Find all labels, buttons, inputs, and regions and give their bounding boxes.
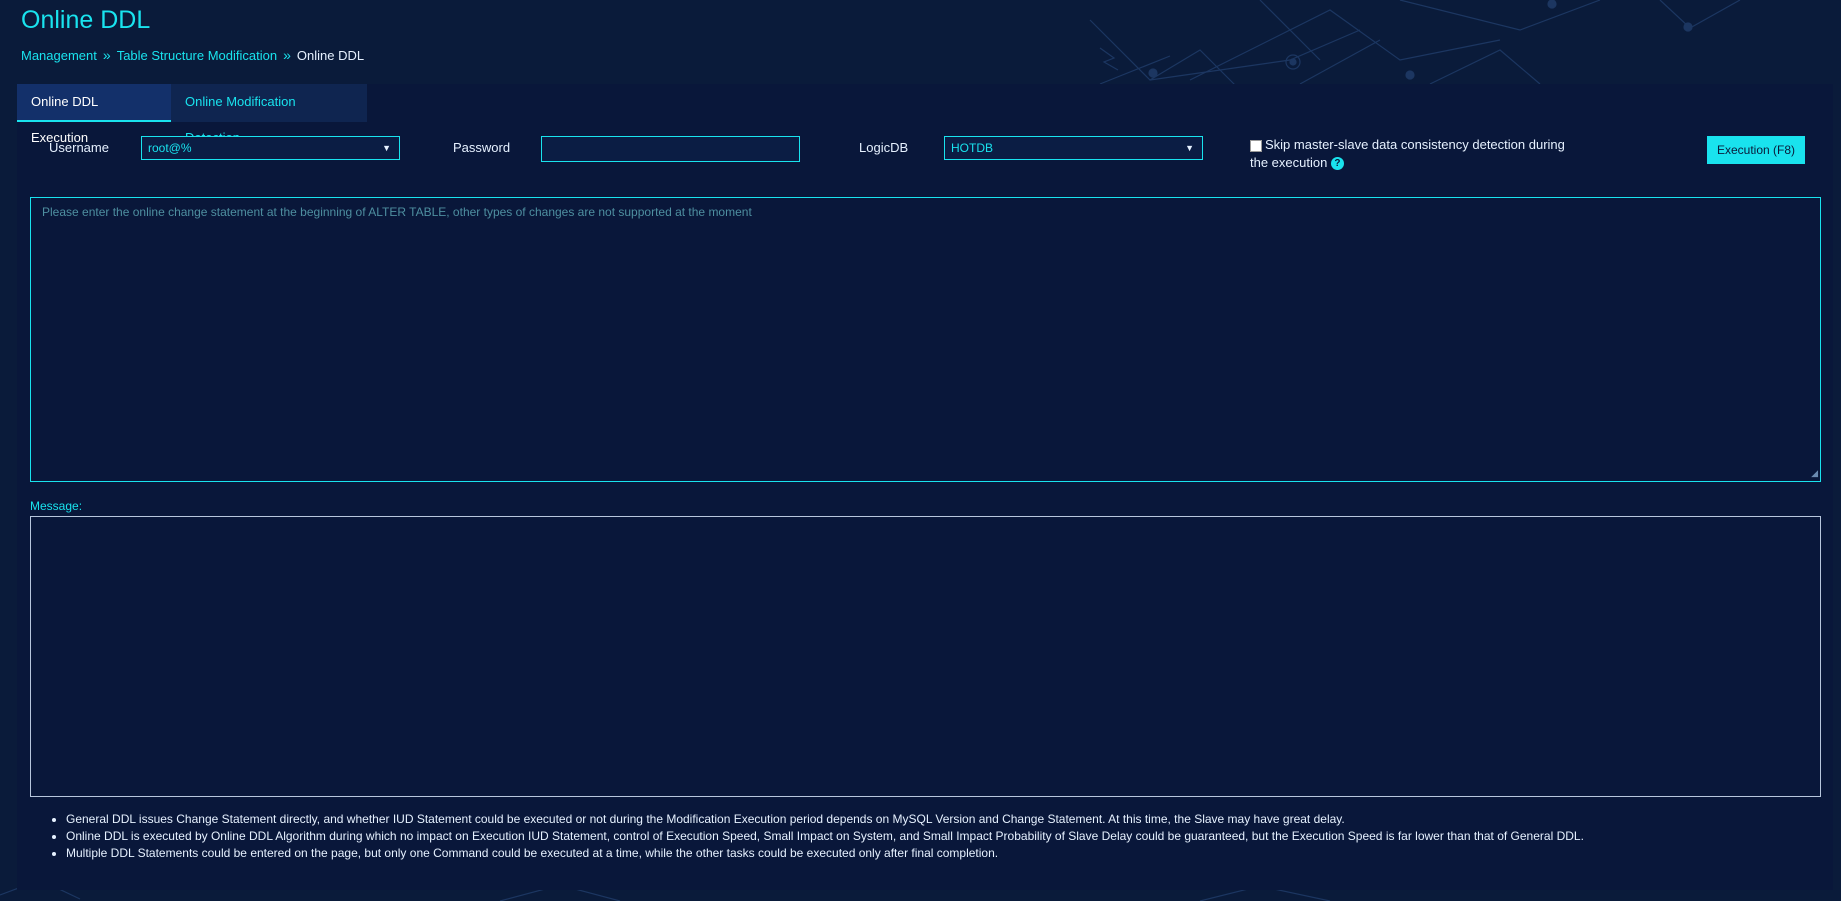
double-chevron-right-icon: » (283, 47, 291, 63)
message-output (30, 516, 1821, 797)
caret-down-icon: ▼ (382, 143, 391, 153)
breadcrumb-management[interactable]: Management (21, 48, 97, 63)
password-label: Password (453, 140, 511, 155)
skip-check-label: Skip master-slave data consistency detec… (1250, 137, 1565, 170)
note-item: Online DDL is executed by Online DDL Alg… (66, 828, 1841, 845)
breadcrumb-table-structure-modification[interactable]: Table Structure Modification (117, 48, 277, 63)
message-label: Message: (30, 499, 83, 513)
logicdb-label: LogicDB (859, 140, 909, 155)
tab-online-modification-detection[interactable]: Online Modification Detection (171, 84, 367, 145)
username-label: Username (49, 140, 109, 155)
ddl-statement-textarea[interactable]: Please enter the online change statement… (30, 197, 1821, 482)
resize-handle-icon[interactable]: ◢ (1811, 468, 1818, 479)
tab-online-ddl-execution[interactable]: Online DDL Execution (17, 84, 171, 145)
main-panel: Online DDL Execution Online Modification… (17, 84, 1833, 890)
logicdb-select[interactable]: HOTDB ▼ (944, 136, 1203, 160)
notes-list: General DDL issues Change Statement dire… (30, 811, 1841, 862)
ddl-statement-placeholder: Please enter the online change statement… (42, 205, 752, 219)
execute-button[interactable]: Execution (F8) (1707, 136, 1805, 164)
double-chevron-right-icon: » (102, 47, 111, 63)
page-title: Online DDL (21, 6, 151, 34)
breadcrumb-current: Online DDL (296, 47, 365, 63)
logicdb-value: HOTDB (951, 141, 993, 155)
breadcrumb: Management » Table Structure Modificatio… (21, 47, 364, 63)
note-item: General DDL issues Change Statement dire… (66, 811, 1841, 828)
caret-down-icon: ▼ (1185, 143, 1194, 153)
skip-check-option: Skip master-slave data consistency detec… (1250, 136, 1580, 172)
note-item: Multiple DDL Statements could be entered… (66, 845, 1841, 862)
username-value: root@% (148, 141, 192, 155)
password-input[interactable] (541, 136, 800, 162)
skip-check-checkbox[interactable] (1250, 140, 1262, 152)
username-select[interactable]: root@% ▼ (141, 136, 400, 160)
question-circle-icon[interactable]: ? (1330, 157, 1344, 171)
tab-bar: Online DDL Execution Online Modification… (17, 84, 367, 145)
